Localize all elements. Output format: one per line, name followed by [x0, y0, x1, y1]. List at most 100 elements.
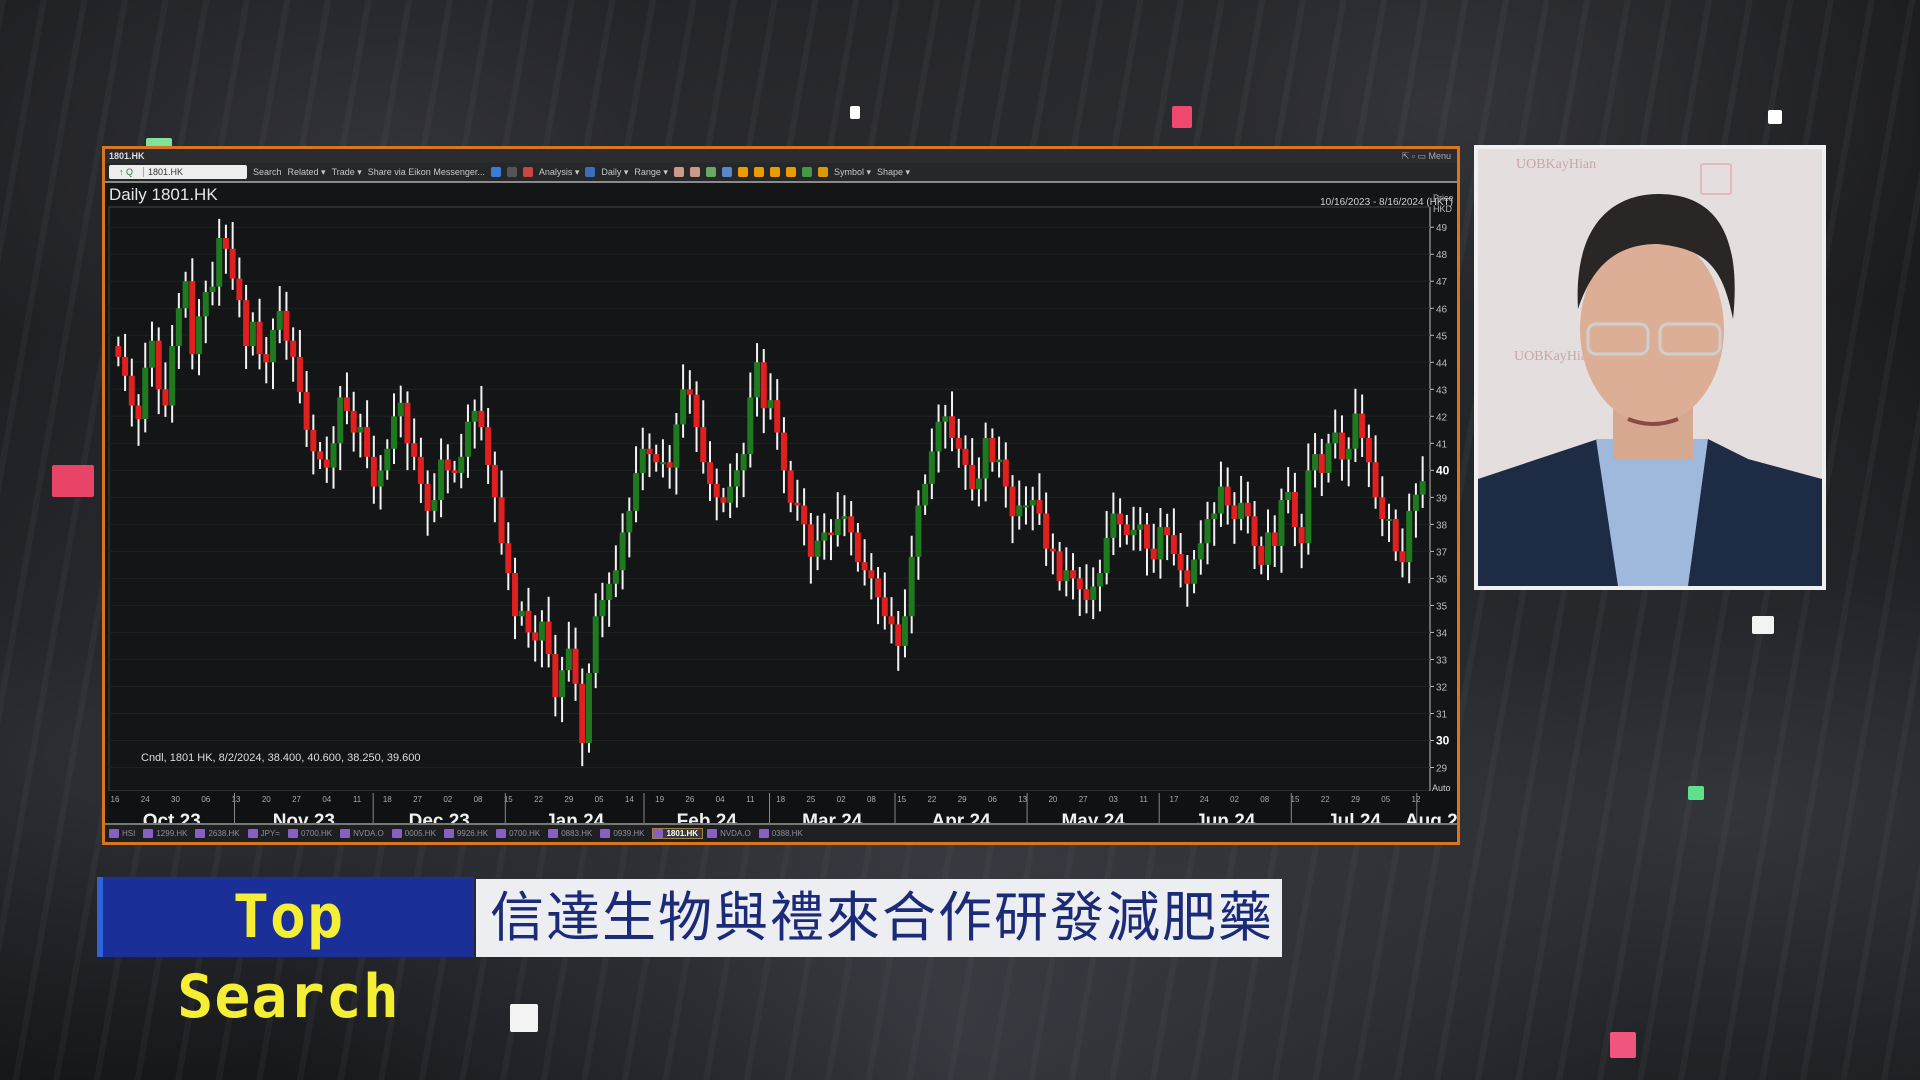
chart-link-icon	[653, 829, 664, 838]
y-tick-label: 47	[1436, 277, 1448, 288]
candle-body	[222, 238, 229, 249]
candle-body	[411, 443, 418, 457]
x-day-tick: 25	[806, 795, 815, 804]
candle-body	[229, 248, 236, 279]
candle-body	[834, 518, 841, 536]
candle-body	[1056, 551, 1063, 582]
candle-body	[391, 416, 398, 449]
x-day-tick: 20	[262, 795, 271, 804]
candle-body	[1197, 543, 1204, 560]
candle-body	[417, 456, 424, 484]
candle-body	[115, 346, 122, 357]
y-tick-label: 36	[1436, 574, 1448, 585]
y-tick-label: 48	[1436, 250, 1448, 261]
candle-body	[579, 683, 586, 744]
y-tick-label: 37	[1436, 547, 1448, 558]
candle-body	[1204, 518, 1211, 544]
candle-body	[444, 459, 451, 471]
candle-body	[343, 397, 350, 411]
candle-body	[848, 516, 855, 533]
watchlist-item[interactable]: 0883.HK	[548, 829, 596, 838]
y-tick-label: 35	[1436, 601, 1448, 612]
watchlist-item[interactable]: 1299.HK	[143, 829, 191, 838]
decor-cube-green	[1688, 786, 1704, 800]
candle-body	[1332, 432, 1339, 444]
watchlist-item[interactable]: 2638.HK	[195, 829, 243, 838]
guest-video-feed: UOBKayHian UOBKayHian	[1474, 145, 1826, 590]
candle-body	[700, 427, 707, 463]
x-day-tick: 29	[958, 795, 967, 804]
x-day-tick: 15	[1291, 795, 1300, 804]
chart-link-icon	[195, 829, 206, 838]
candle-body	[317, 451, 324, 460]
candle-body	[216, 238, 223, 287]
candle-body	[639, 448, 646, 474]
candle-body	[303, 391, 310, 430]
candle-body	[599, 600, 606, 617]
candle-body	[458, 456, 465, 474]
candle-body	[1137, 524, 1144, 530]
candle-body	[485, 427, 492, 465]
candle-body	[337, 397, 344, 444]
candle-body	[659, 462, 666, 465]
candle-body	[1231, 505, 1238, 519]
watchlist-item[interactable]: NVDA.O	[340, 829, 388, 838]
chart-link-icon	[496, 829, 507, 838]
candle-body	[209, 286, 216, 293]
candle-body	[1150, 548, 1157, 560]
watchlist-item[interactable]: 0388.HK	[758, 829, 807, 838]
chart-link-icon	[287, 829, 298, 838]
candle-body	[713, 483, 720, 498]
y-tick-label: 41	[1436, 439, 1448, 450]
candle-body	[135, 405, 142, 420]
chart-window: 1801.HK ⇱ ▫ ▭ Menu ↑ Q 1801.HK Search Re…	[102, 146, 1460, 845]
candle-body	[330, 443, 337, 468]
candle-body	[733, 470, 740, 487]
x-day-tick: 08	[867, 795, 876, 804]
candle-body	[626, 510, 633, 533]
x-day-tick: 24	[1200, 795, 1209, 804]
x-day-tick: 02	[1230, 795, 1239, 804]
candle-body	[922, 483, 929, 506]
x-day-tick: 15	[897, 795, 906, 804]
candle-body	[1022, 505, 1029, 508]
watchlist-item[interactable]: 1801.HK	[652, 828, 704, 839]
candle-body	[760, 362, 767, 409]
watchlist-item[interactable]: 0700.HK	[287, 829, 336, 838]
watchlist-label: 0939.HK	[613, 829, 645, 838]
watchlist-item[interactable]: JPY=	[247, 829, 284, 838]
candle-body	[949, 416, 956, 438]
watchlist-item[interactable]: 0700.HK	[496, 829, 544, 838]
y-tick-label: 30	[1436, 733, 1450, 747]
watchlist-item[interactable]: 9926.HK	[443, 829, 492, 838]
candle-body	[256, 321, 263, 355]
candle-body	[269, 329, 276, 363]
x-day-tick: 11	[1140, 795, 1149, 804]
candle-body	[1244, 502, 1251, 517]
y-tick-label: 46	[1436, 304, 1448, 315]
x-day-tick: 24	[141, 795, 150, 804]
y-tick-label: 34	[1436, 628, 1448, 639]
y-tick-label: 49	[1436, 223, 1448, 234]
watchlist-label: NVDA.O	[720, 829, 751, 838]
x-day-tick: 22	[927, 795, 936, 804]
candle-body	[370, 456, 377, 487]
candle-body	[969, 464, 976, 490]
candle-body	[243, 300, 250, 347]
candlestick-chart[interactable]: PriceHKD 29 30 31 32 33 34 35 36 37 38 39 40 41 42 43 44…	[105, 149, 1457, 842]
watchlist-item[interactable]: 0939.HK	[600, 829, 648, 838]
crosshair-info: Cndl, 1801 HK, 8/2/2024, 38.400, 40.600,…	[141, 752, 421, 764]
candle-body	[1251, 516, 1258, 546]
candle-body	[1386, 518, 1393, 521]
banner-tag: Top Search	[97, 877, 474, 1032]
candle-body	[774, 400, 781, 433]
candle-body	[565, 648, 572, 671]
candle-body	[323, 459, 330, 468]
y-axis-currency: HKD	[1433, 204, 1453, 214]
x-day-tick: 30	[171, 795, 180, 804]
watchlist-item[interactable]: NVDA.O	[707, 829, 755, 838]
watchlist-item[interactable]: 0005.HK	[391, 829, 440, 838]
watchlist-item[interactable]: HSI	[109, 829, 139, 838]
candle-body	[1285, 491, 1292, 501]
candle-body	[875, 578, 882, 598]
